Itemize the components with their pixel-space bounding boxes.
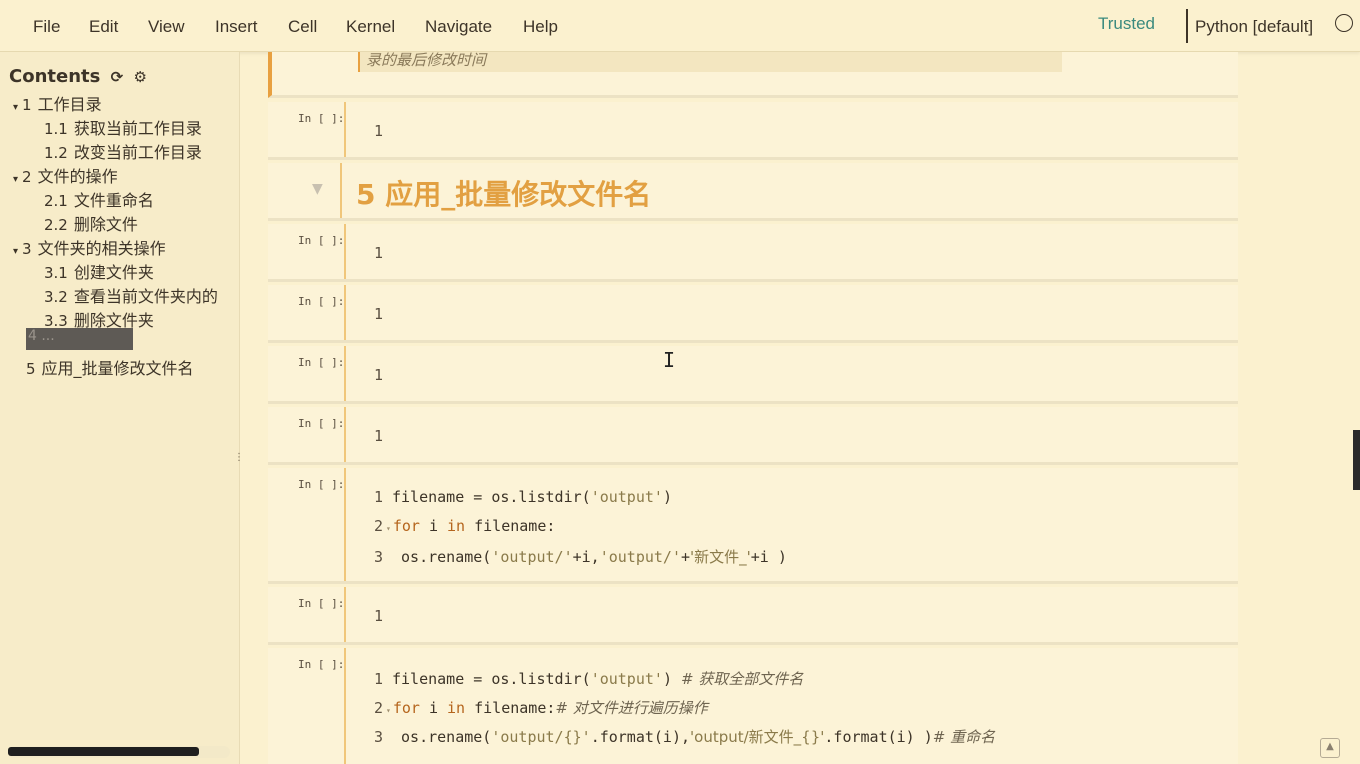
code-line: 1 filename = os.listdir('output') # 获取全部文… — [374, 670, 804, 688]
trusted-indicator[interactable]: Trusted — [1098, 14, 1155, 34]
toc-item-3[interactable]: ▾ 3 文件夹的相关操作 — [13, 235, 166, 259]
cell-prompt: In [ ]: — [298, 234, 345, 247]
gear-icon[interactable]: ⚙ — [133, 68, 146, 86]
horizontal-scrollbar[interactable] — [8, 746, 230, 758]
kernel-divider — [1186, 9, 1188, 43]
code-editor[interactable]: 1 — [344, 407, 1238, 462]
code-line: 3 os.rename('output/{}'.format(i),'outpu… — [374, 728, 996, 746]
scroll-to-top-icon[interactable]: ▲ — [1320, 738, 1340, 758]
menu-bar: File Edit View Insert Cell Kernel Naviga… — [0, 0, 1360, 52]
code-cell[interactable]: In [ ]: 1 — [268, 407, 1238, 465]
code-line: 3 os.rename('output/'+i,'output/'+'新文件_'… — [374, 548, 787, 566]
code-editor[interactable]: 1 — [344, 346, 1238, 401]
menu-kernel[interactable]: Kernel — [346, 17, 395, 37]
fold-arrow-icon[interactable]: ▾ — [386, 706, 391, 715]
sidebar-resize-handle[interactable]: ⋮ — [234, 453, 244, 468]
toc-item-2-1[interactable]: 2.1 文件重命名 — [44, 187, 154, 211]
toc-item-2-2[interactable]: 2.2 删除文件 — [44, 211, 138, 235]
code-cell[interactable]: In [ ]: 1 — [268, 102, 1238, 160]
code-line: 2 ▾ for i in filename:# 对文件进行遍历操作 — [374, 699, 708, 717]
line-number: 1 — [374, 122, 384, 140]
code-cell[interactable]: In [ ]: 1 — [268, 224, 1238, 282]
toc-item-3-2[interactable]: 3.2 查看当前文件夹内的 — [44, 283, 218, 307]
menu-view[interactable]: View — [148, 17, 185, 37]
kernel-idle-icon — [1335, 14, 1353, 32]
cell-prompt: In [ ]: — [298, 295, 345, 308]
code-cell[interactable]: In [ ]: 1 — [268, 285, 1238, 343]
code-editor[interactable]: 1 — [344, 102, 1238, 157]
markdown-cell-partial[interactable]: 录的最后修改时间 — [268, 52, 1238, 98]
code-cell[interactable]: In [ ]: 1 filename = os.listdir('output')… — [268, 648, 1238, 764]
menu-file[interactable]: File — [33, 17, 60, 37]
toc-header: Contents ⟳ ⚙ — [9, 66, 147, 87]
code-cell[interactable]: In [ ]: 1 — [268, 346, 1238, 404]
code-editor[interactable]: 1 filename = os.listdir('output') # 获取全部文… — [344, 648, 1238, 764]
code-editor[interactable]: 1 — [344, 587, 1238, 642]
line-number: 1 — [374, 366, 384, 384]
caret-down-icon[interactable]: ▾ — [13, 102, 18, 113]
cell-prompt: In [ ]: — [298, 417, 345, 430]
cell-prompt: In [ ]: — [298, 478, 345, 491]
code-line: 1 filename = os.listdir('output') — [374, 488, 672, 506]
cell-prompt: In [ ]: — [298, 112, 345, 125]
menu-edit[interactable]: Edit — [89, 17, 118, 37]
horizontal-scroll-thumb[interactable] — [8, 747, 199, 756]
toc-item-4-highlighted[interactable]: 4 ... — [26, 328, 133, 350]
toc-item-2[interactable]: ▾ 2 文件的操作 — [13, 163, 118, 187]
code-editor[interactable]: 1 — [344, 285, 1238, 340]
toc-item-1[interactable]: ▾ 1 工作目录 — [13, 91, 102, 115]
menu-insert[interactable]: Insert — [215, 17, 258, 37]
caret-down-icon[interactable]: ▾ — [13, 174, 18, 185]
blockquote-text: 录的最后修改时间 — [358, 52, 1062, 72]
text-cursor-icon: I — [663, 348, 676, 372]
kernel-name[interactable]: Python [default] — [1195, 17, 1313, 37]
toc-item-3-1[interactable]: 3.1 创建文件夹 — [44, 259, 154, 283]
vertical-scroll-thumb[interactable] — [1353, 430, 1360, 490]
code-cell[interactable]: In [ ]: 1 filename = os.listdir('output')… — [268, 468, 1238, 584]
toc-item-5[interactable]: 5 应用_批量修改文件名 — [26, 355, 194, 379]
line-number: 1 — [374, 427, 384, 445]
cell-prompt: In [ ]: — [298, 597, 345, 610]
line-number: 1 — [374, 607, 384, 625]
markdown-heading-cell[interactable]: ▼ 5 应用_批量修改文件名 — [268, 163, 1238, 221]
toc-title: Contents — [9, 66, 101, 87]
notebook-area: 录的最后修改时间 In [ ]: 1 ▼ 5 应用_批量修改文件名 In [ ]… — [242, 52, 1360, 764]
caret-down-icon[interactable]: ▾ — [13, 246, 18, 257]
menu-help[interactable]: Help — [523, 17, 558, 37]
code-editor[interactable]: 1 — [344, 224, 1238, 279]
fold-arrow-icon[interactable]: ▾ — [386, 524, 391, 533]
code-editor[interactable]: 1 filename = os.listdir('output') 2 ▾ for i… — [344, 468, 1238, 581]
cell-prompt: In [ ]: — [298, 658, 345, 671]
line-number: 1 — [374, 305, 384, 323]
toc-item-1-2[interactable]: 1.2 改变当前工作目录 — [44, 139, 202, 163]
collapse-caret-icon[interactable]: ▼ — [312, 181, 323, 197]
toc-sidebar: Contents ⟳ ⚙ ▾ 1 工作目录 1.1 获取当前工作目录 1.2 改变当前工… — [0, 52, 244, 764]
code-cell[interactable]: In [ ]: 1 — [268, 587, 1238, 645]
menu-navigate[interactable]: Navigate — [425, 17, 492, 37]
cell-prompt: In [ ]: — [298, 356, 345, 369]
menu-cell[interactable]: Cell — [288, 17, 317, 37]
toc-item-1-1[interactable]: 1.1 获取当前工作目录 — [44, 115, 202, 139]
refresh-icon[interactable]: ⟳ — [111, 68, 124, 86]
code-line: 2 ▾ for i in filename: — [374, 517, 556, 535]
line-number: 1 — [374, 244, 384, 262]
section-heading: 5 应用_批量修改文件名 — [356, 178, 652, 211]
